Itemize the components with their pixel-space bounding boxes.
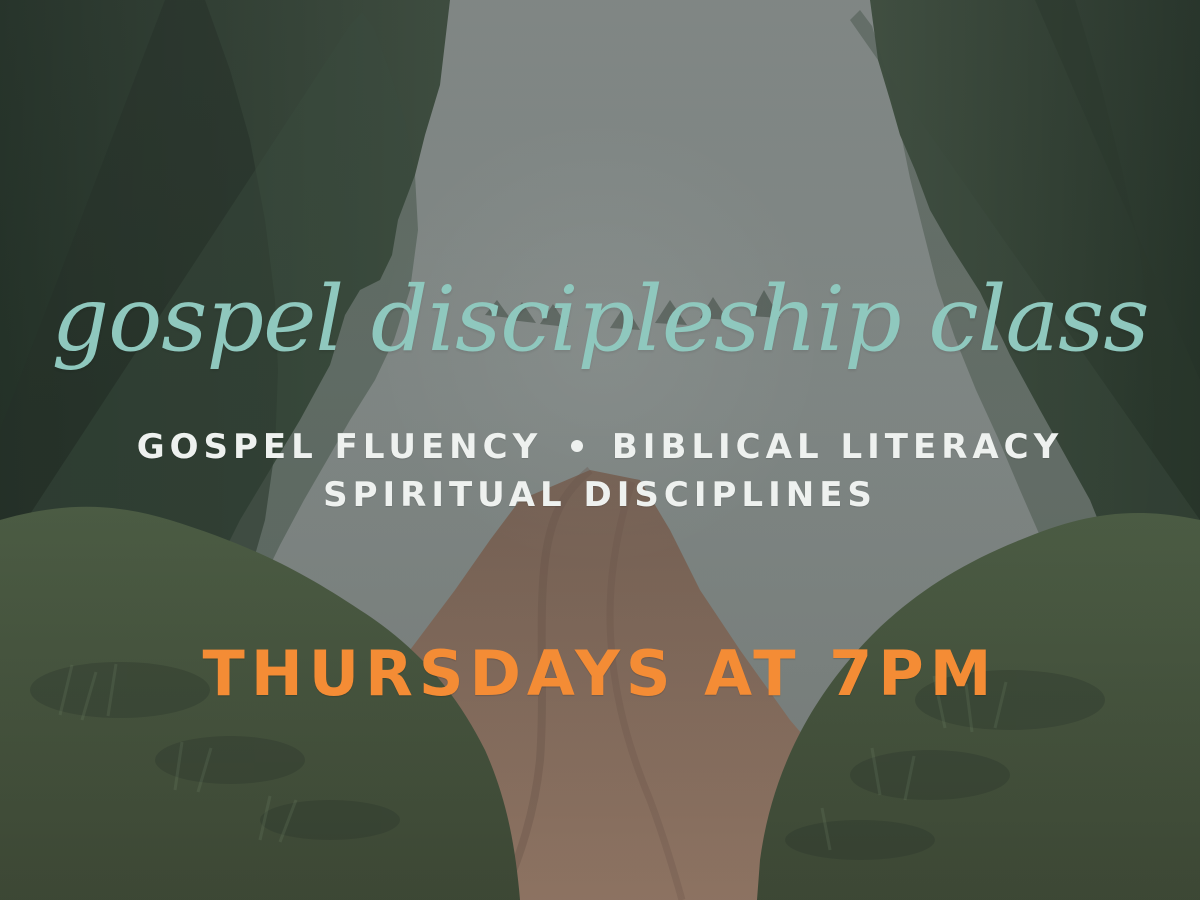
- forest-road-background: [0, 0, 1200, 900]
- poster: gospel discipleship class GOSPEL FLUENCY…: [0, 0, 1200, 900]
